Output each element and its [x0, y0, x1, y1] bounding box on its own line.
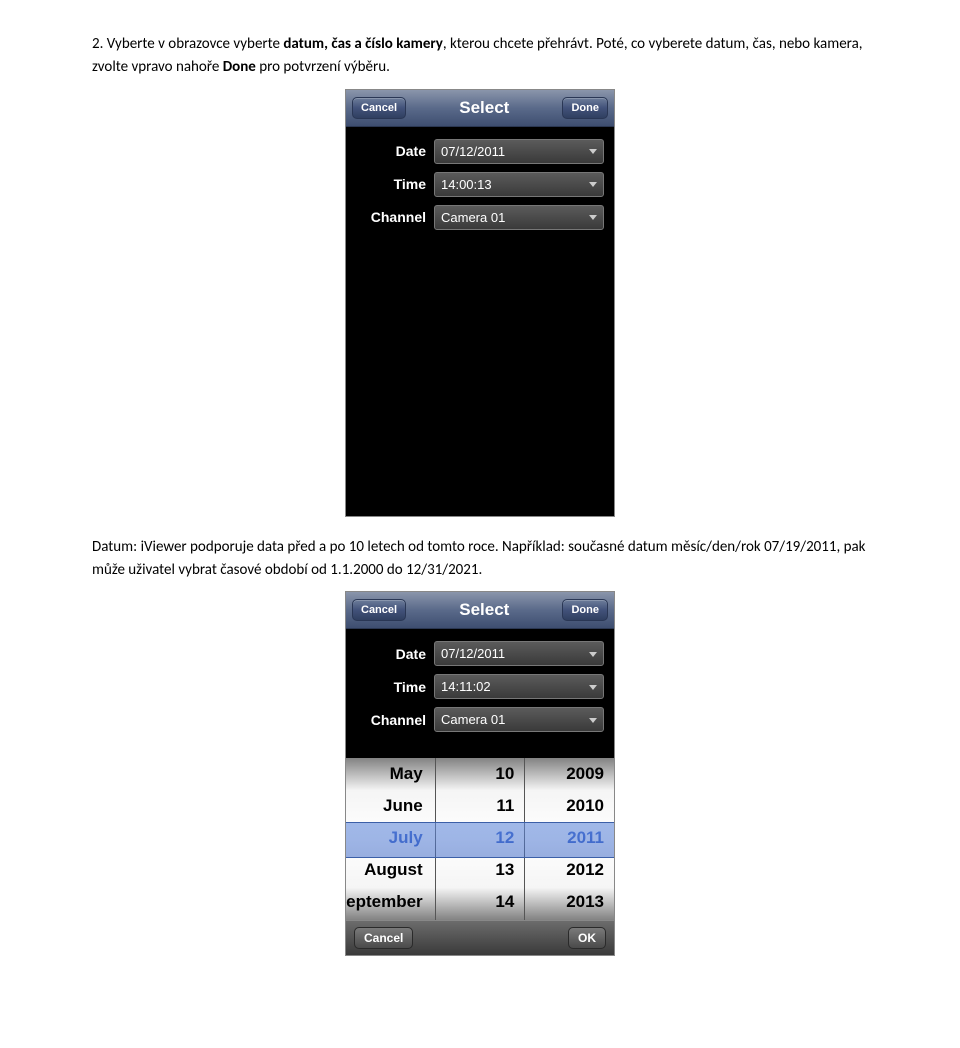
picker-day-item: 13: [495, 854, 514, 886]
picker-month-item: May: [390, 758, 423, 790]
picker-year-item: 2009: [566, 758, 604, 790]
navbar: Cancel Select Done: [346, 592, 614, 629]
instruction-paragraph-1: 2. Vyberte v obrazovce vyberte datum, ča…: [92, 33, 868, 80]
field-time[interactable]: 14:00:13: [434, 172, 604, 197]
label-date: Date: [356, 646, 434, 662]
form-area: Date 07/12/2011 Time 14:11:02 Channel Ca…: [346, 629, 614, 748]
picker-year-item: 2011: [567, 822, 604, 854]
row-channel: Channel Camera 01: [356, 205, 604, 230]
field-channel[interactable]: Camera 01: [434, 205, 604, 230]
picker-day-column[interactable]: 10 11 12 13 14: [435, 758, 525, 920]
intro-prefix: 2. Vyberte v obrazovce vyberte: [92, 35, 283, 53]
row-date: Date 07/12/2011: [356, 139, 604, 164]
cancel-button[interactable]: Cancel: [352, 97, 406, 119]
cancel-button[interactable]: Cancel: [352, 599, 406, 621]
date-picker[interactable]: May June July August September 10 11 12 …: [346, 758, 614, 920]
label-channel: Channel: [356, 209, 434, 225]
picker-year-column[interactable]: 2009 2010 2011 2012 2013: [524, 758, 614, 920]
intro-suffix: pro potvrzení výběru.: [256, 58, 390, 76]
label-date: Date: [356, 143, 434, 159]
nav-title: Select: [459, 600, 509, 620]
row-date: Date 07/12/2011: [356, 641, 604, 666]
field-date[interactable]: 07/12/2011: [434, 139, 604, 164]
screenshot-select-2: Cancel Select Done Date 07/12/2011 Time …: [346, 592, 614, 955]
label-time: Time: [356, 176, 434, 192]
picker-month-item: July: [389, 822, 423, 854]
picker-year-item: 2010: [566, 790, 604, 822]
form-area: Date 07/12/2011 Time 14:00:13 Channel Ca…: [346, 127, 614, 246]
nav-title: Select: [459, 98, 509, 118]
picker-toolbar: Cancel OK: [346, 920, 614, 955]
picker-year-item: 2012: [566, 854, 604, 886]
navbar: Cancel Select Done: [346, 90, 614, 127]
picker-month-item: June: [383, 790, 423, 822]
field-date[interactable]: 07/12/2011: [434, 641, 604, 666]
field-time[interactable]: 14:11:02: [434, 674, 604, 699]
row-channel: Channel Camera 01: [356, 707, 604, 732]
field-channel[interactable]: Camera 01: [434, 707, 604, 732]
row-time: Time 14:11:02: [356, 674, 604, 699]
picker-month-item: September: [346, 886, 423, 918]
instruction-paragraph-2: Datum: iViewer podporuje data před a po …: [92, 536, 868, 583]
label-channel: Channel: [356, 712, 434, 728]
empty-space: [346, 246, 614, 516]
row-time: Time 14:00:13: [356, 172, 604, 197]
picker-month-column[interactable]: May June July August September: [346, 758, 435, 920]
picker-month-item: August: [364, 854, 423, 886]
intro-bold-1: datum, čas a číslo kamery: [283, 35, 443, 53]
picker-ok-button[interactable]: OK: [568, 927, 606, 949]
picker-year-item: 2013: [566, 886, 604, 918]
intro-bold-2: Done: [223, 58, 256, 76]
screenshot-select-1: Cancel Select Done Date 07/12/2011 Time …: [346, 90, 614, 516]
label-time: Time: [356, 679, 434, 695]
picker-day-item: 14: [495, 886, 514, 918]
spacer: [346, 748, 614, 758]
picker-cancel-button[interactable]: Cancel: [354, 927, 413, 949]
picker-day-item: 10: [495, 758, 514, 790]
done-button[interactable]: Done: [562, 599, 608, 621]
picker-day-item: 12: [495, 822, 514, 854]
done-button[interactable]: Done: [562, 97, 608, 119]
picker-day-item: 11: [496, 790, 514, 822]
